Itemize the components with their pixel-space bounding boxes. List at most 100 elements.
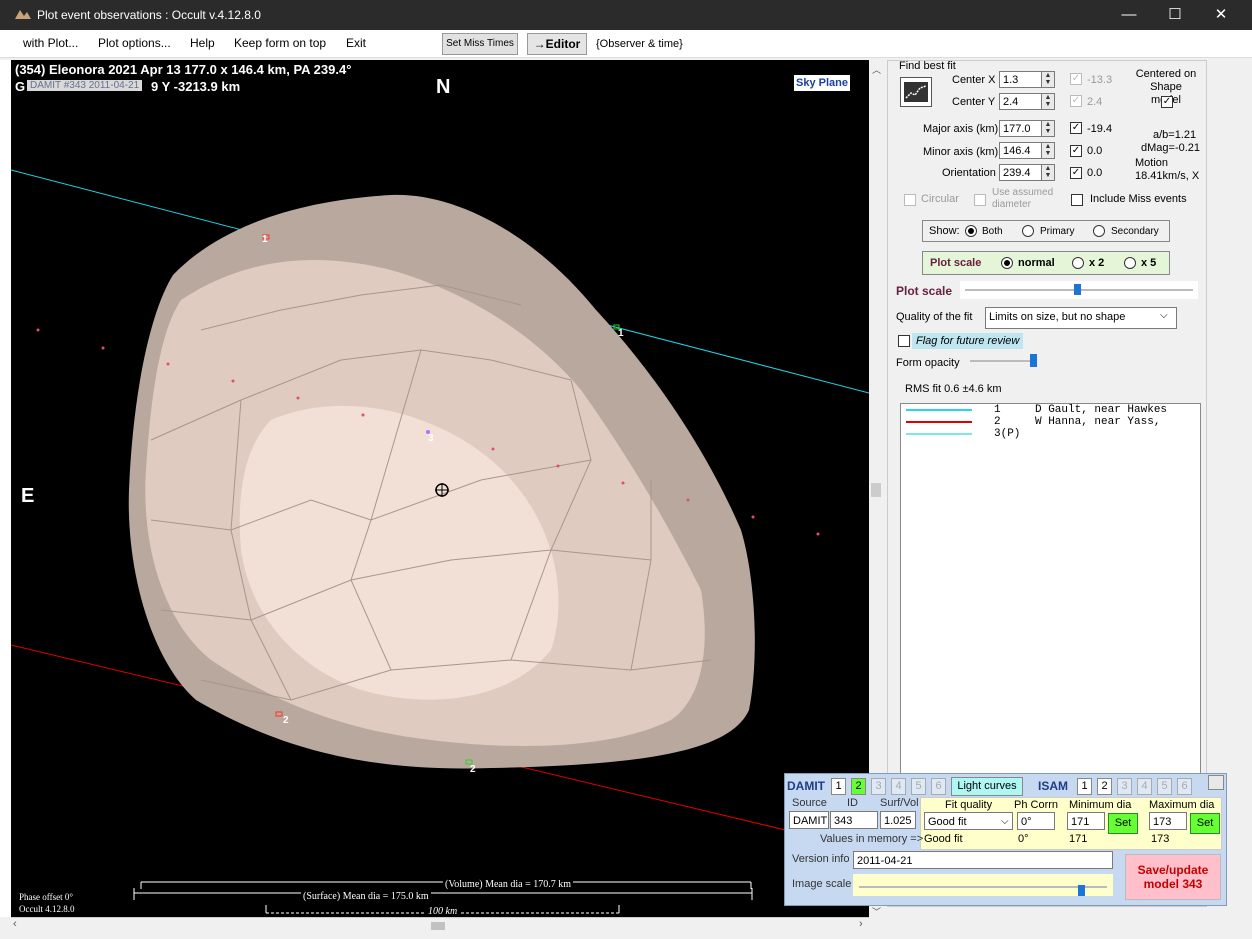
isam-model-1[interactable]: 1 (1077, 778, 1092, 795)
save-update-model-button[interactable]: Save/update model 343 (1125, 854, 1221, 900)
ab-ratio: a/b=1.21 (1153, 129, 1197, 141)
include-miss-check[interactable] (1071, 194, 1083, 206)
center-x-input[interactable]: 1.3 (999, 71, 1042, 88)
chord-label-2b: 2 (470, 764, 476, 775)
form-opacity-slider[interactable] (968, 353, 1040, 371)
scroll-right-icon[interactable]: › (859, 918, 863, 930)
splitter-handle[interactable] (871, 483, 881, 497)
menu-exit[interactable]: Exit (346, 36, 366, 50)
menu-with-plot[interactable]: with Plot... (23, 36, 78, 50)
phcorr-input[interactable]: 0° (1017, 812, 1055, 830)
isam-model-5[interactable]: 5 (1157, 778, 1172, 795)
surfvol-label: Surf/Vol (880, 797, 919, 809)
minimize-button[interactable]: — (1106, 0, 1152, 30)
max-dia-label: Maximum dia (1149, 799, 1215, 811)
set-max-dia-button[interactable]: Set (1190, 813, 1220, 834)
rms-fit: RMS fit 0.6 ±4.6 km (905, 383, 1002, 395)
phase-offset-label: Phase offset 0° (19, 892, 73, 902)
light-curves-button[interactable]: Light curves (951, 777, 1023, 796)
orientation-spinner[interactable]: ▲ ▼ (1041, 164, 1055, 181)
scroll-down-icon[interactable]: ﹀ (872, 905, 881, 918)
show-secondary-radio[interactable] (1093, 225, 1105, 237)
flag-review-check[interactable] (898, 335, 910, 347)
close-button[interactable]: ✕ (1198, 0, 1244, 30)
minor-axis-check[interactable]: ✓ (1070, 145, 1082, 157)
memory-phcorr: 0° (1018, 833, 1029, 845)
show-both-radio[interactable] (965, 225, 977, 237)
chord-label-3: 3 (428, 433, 434, 444)
image-scale-thumb[interactable] (1078, 885, 1085, 896)
menu-help[interactable]: Help (190, 36, 215, 50)
quality-label: Quality of the fit (896, 311, 973, 323)
source-input[interactable]: DAMIT (789, 811, 829, 829)
horizontal-scrollbar[interactable]: ‹ › (11, 917, 869, 934)
damit-model-4[interactable]: 4 (891, 778, 906, 795)
major-axis-label: Major axis (km) (923, 123, 999, 135)
minor-axis-input[interactable]: 146.4 (999, 142, 1042, 159)
image-scale-slider[interactable] (853, 874, 1113, 896)
orientation-input[interactable]: 239.4 (999, 164, 1042, 181)
version-info-input[interactable]: 2011-04-21 (853, 851, 1113, 869)
orientation-check[interactable]: ✓ (1070, 167, 1082, 179)
legend-num-2: 2 (994, 416, 1001, 428)
scroll-up-icon[interactable]: ︿ (872, 63, 881, 76)
scale-x5-radio[interactable] (1124, 257, 1136, 269)
center-x-spinner[interactable]: ▲ ▼ (1041, 71, 1055, 88)
scale-x5-label: x 5 (1141, 257, 1157, 269)
isam-model-3[interactable]: 3 (1117, 778, 1132, 795)
plot-scale-slider[interactable] (960, 281, 1198, 299)
quality-value: Limits on size, but no shape (989, 311, 1126, 323)
motion-label: Motion (1135, 157, 1169, 169)
form-opacity-label: Form opacity (896, 357, 960, 369)
min-dia-label: Minimum dia (1069, 799, 1132, 811)
maximize-button[interactable]: ☐ (1152, 0, 1198, 30)
menu-plot-options[interactable]: Plot options... (98, 36, 171, 50)
minor-axis-spinner[interactable]: ▲ ▼ (1041, 142, 1055, 159)
major-axis-spinner[interactable]: ▲ ▼ (1041, 120, 1055, 137)
window-title: Plot event observations : Occult v.4.12.… (37, 8, 261, 22)
sky-plane-badge: Sky Plane (794, 75, 850, 91)
isam-model-6[interactable]: 6 (1177, 778, 1192, 795)
observer-legend: 1 D Gault, near Hawkes 2 W Hanna, near Y… (900, 403, 1201, 778)
major-axis-check[interactable]: ✓ (1070, 122, 1082, 134)
form-opacity-thumb[interactable] (1030, 354, 1037, 367)
quality-select[interactable]: Limits on size, but no shape ⌵ (985, 307, 1177, 329)
fit-quality-label: Fit quality (945, 799, 993, 811)
menu-keep-on-top[interactable]: Keep form on top (234, 36, 326, 50)
damit-model-5[interactable]: 5 (911, 778, 926, 795)
set-min-dia-button[interactable]: Set (1108, 813, 1138, 834)
scale-normal-radio[interactable] (1001, 257, 1013, 269)
fit-quality-select[interactable]: Good fit ⌵ (924, 812, 1013, 830)
scroll-thumb[interactable] (431, 922, 445, 930)
center-x-check: ✓ (1070, 73, 1082, 85)
damit-model-2[interactable]: 2 (851, 778, 866, 795)
surface-dia-label: (Surface) Mean dia = 175.0 km (301, 891, 431, 902)
center-y-input[interactable]: 2.4 (999, 93, 1042, 110)
isam-model-4[interactable]: 4 (1137, 778, 1152, 795)
centered-on-shape-check[interactable]: ✓ (1161, 96, 1173, 108)
title-bar: Plot event observations : Occult v.4.12.… (0, 0, 1252, 30)
flag-review-label: Flag for future review (912, 333, 1023, 349)
isam-model-2[interactable]: 2 (1097, 778, 1112, 795)
center-y-spinner[interactable]: ▲ ▼ (1041, 93, 1055, 110)
use-assumed-label: Use assumed diameter (992, 187, 1054, 210)
damit-model-1[interactable]: 1 (831, 778, 846, 795)
editor-button[interactable]: →Editor (527, 33, 587, 55)
surfvol-input[interactable]: 1.025 (880, 811, 916, 829)
plot-area[interactable]: (354) Eleonora 2021 Apr 13 177.0 x 146.4… (11, 60, 869, 917)
legend-line-1 (906, 409, 972, 411)
east-label: E (21, 485, 35, 507)
max-dia-input[interactable]: 173 (1149, 812, 1187, 830)
set-miss-times-button[interactable]: Set Miss Times (442, 33, 518, 55)
best-fit-button[interactable] (900, 77, 932, 107)
id-input[interactable]: 343 (830, 811, 878, 829)
min-dia-input[interactable]: 171 (1067, 812, 1105, 830)
show-primary-radio[interactable] (1022, 225, 1034, 237)
major-axis-input[interactable]: 177.0 (999, 120, 1042, 137)
plot-scale-thumb[interactable] (1074, 284, 1081, 295)
scale-x2-radio[interactable] (1072, 257, 1084, 269)
damit-panel-toggle[interactable] (1208, 775, 1224, 790)
damit-model-6[interactable]: 6 (931, 778, 946, 795)
damit-model-3[interactable]: 3 (871, 778, 886, 795)
scroll-left-icon[interactable]: ‹ (13, 918, 17, 930)
